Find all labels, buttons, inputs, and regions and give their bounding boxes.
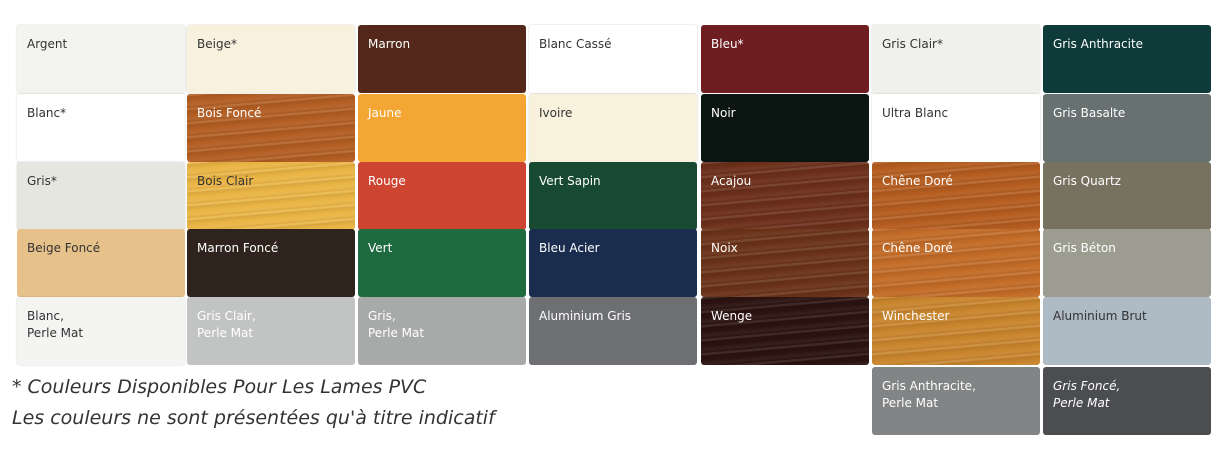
color-swatch: Ivoire <box>529 94 697 162</box>
swatch-label: Chêne Doré <box>882 174 953 188</box>
swatch-label: Bois Foncé <box>197 106 262 120</box>
swatch-label: Jaune <box>368 106 402 120</box>
color-swatch: Beige* <box>187 25 355 93</box>
color-swatch: Acajou <box>701 162 869 230</box>
color-swatch: Blanc, Perle Mat <box>17 297 185 365</box>
swatch-label: Gris Anthracite, Perle Mat <box>882 379 976 410</box>
color-swatch: Chêne Doré <box>872 162 1040 230</box>
swatch-label: Marron Foncé <box>197 241 279 255</box>
color-swatch: Winchester <box>872 297 1040 365</box>
swatch-label: Gris Basalte <box>1053 106 1126 120</box>
color-swatch: Chêne Doré <box>872 229 1040 297</box>
color-swatch: Jaune <box>358 94 526 162</box>
color-swatch: Rouge <box>358 162 526 230</box>
swatch-label: Gris* <box>27 174 57 188</box>
swatch-label: Beige Foncé <box>27 241 101 255</box>
color-swatch: Marron Foncé <box>187 229 355 297</box>
color-swatch: Gris Anthracite <box>1043 25 1211 93</box>
color-swatch: Noir <box>701 94 869 162</box>
color-swatch: Gris Clair, Perle Mat <box>187 297 355 365</box>
swatch-label: Blanc* <box>27 106 67 120</box>
swatch-label: Beige* <box>197 37 237 51</box>
color-swatch: Gris Clair* <box>872 25 1040 93</box>
swatch-label: Bleu* <box>711 37 744 51</box>
swatch-label: Noix <box>711 241 738 255</box>
swatch-label: Rouge <box>368 174 406 188</box>
swatch-label: Blanc, Perle Mat <box>27 309 84 340</box>
swatch-label: Vert <box>368 241 393 255</box>
color-swatch: Gris Anthracite, Perle Mat <box>872 367 1040 435</box>
color-swatch: Bois Clair <box>187 162 355 230</box>
swatch-label: Aluminium Gris <box>539 309 632 323</box>
color-swatch: Gris Basalte <box>1043 94 1211 162</box>
color-swatch: Aluminium Gris <box>529 297 697 365</box>
swatch-label: Gris Clair, Perle Mat <box>197 309 256 340</box>
swatch-label: Gris Béton <box>1053 241 1116 255</box>
color-swatch: Gris, Perle Mat <box>358 297 526 365</box>
swatch-label: Marron <box>368 37 411 51</box>
swatch-label: Noir <box>711 106 736 120</box>
color-swatch: Gris Béton <box>1043 229 1211 297</box>
color-swatch: Bleu Acier <box>529 229 697 297</box>
swatch-label: Gris Anthracite <box>1053 37 1144 51</box>
swatch-label: Argent <box>27 37 68 51</box>
color-swatch: Aluminium Brut <box>1043 297 1211 365</box>
color-swatch: Marron <box>358 25 526 93</box>
swatch-label: Acajou <box>711 174 752 188</box>
color-swatch: Vert Sapin <box>529 162 697 230</box>
swatch-label: Chêne Doré <box>882 241 953 255</box>
swatch-label: Gris Clair* <box>882 37 943 51</box>
color-swatch: Ultra Blanc <box>872 94 1040 162</box>
color-swatch: Blanc* <box>17 94 185 162</box>
swatch-label: Ultra Blanc <box>882 106 949 120</box>
color-swatch: Wenge <box>701 297 869 365</box>
color-swatch: Vert <box>358 229 526 297</box>
swatch-label: Gris, Perle Mat <box>368 309 425 340</box>
swatch-label: Gris Foncé, Perle Mat <box>1053 379 1121 410</box>
indicative-colors-disclaimer: Les couleurs ne sont présentées qu'à tit… <box>12 407 495 429</box>
color-swatch: Blanc Cassé <box>529 25 697 93</box>
color-swatch: Gris Foncé, Perle Mat <box>1043 367 1211 435</box>
color-swatch: Gris* <box>17 162 185 230</box>
swatch-label: Blanc Cassé <box>539 37 612 51</box>
color-swatch: Gris Quartz <box>1043 162 1211 230</box>
swatch-label: Wenge <box>711 309 753 323</box>
swatch-label: Ivoire <box>539 106 573 120</box>
swatch-label: Winchester <box>882 309 950 323</box>
pvc-availability-note: * Couleurs Disponibles Pour Les Lames PV… <box>12 376 427 398</box>
color-swatch: Beige Foncé <box>17 229 185 297</box>
color-swatch: Noix <box>701 229 869 297</box>
color-swatch: Bleu* <box>701 25 869 93</box>
color-swatch: Bois Foncé <box>187 94 355 162</box>
swatch-label: Bois Clair <box>197 174 254 188</box>
swatch-label: Vert Sapin <box>539 174 601 188</box>
swatch-label: Aluminium Brut <box>1053 309 1147 323</box>
swatch-label: Gris Quartz <box>1053 174 1121 188</box>
color-swatch: Argent <box>17 25 185 93</box>
swatch-label: Bleu Acier <box>539 241 600 255</box>
